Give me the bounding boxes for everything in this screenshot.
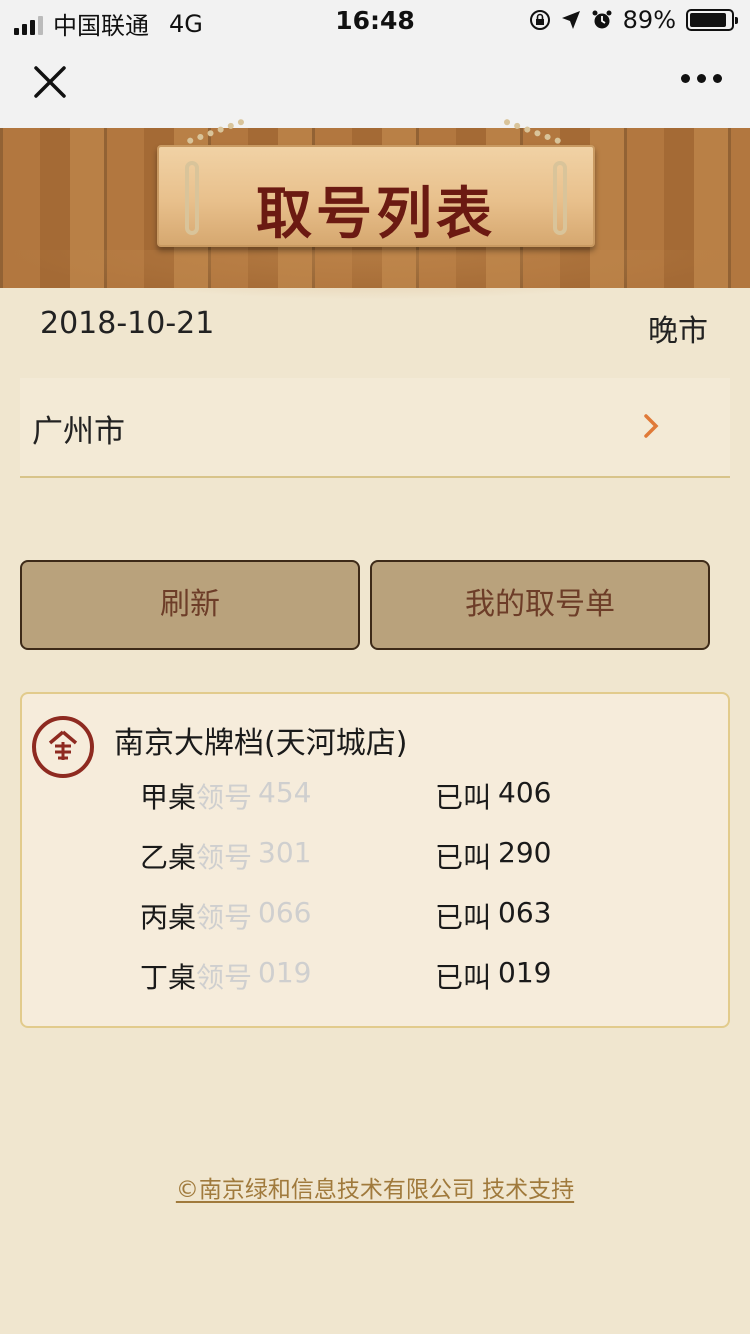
city-selector[interactable]: 广州市 [20, 378, 730, 478]
take-number: 019 [258, 956, 312, 989]
called-number: 406 [498, 776, 552, 809]
battery-level [690, 13, 726, 27]
table-name: 丁桌 [140, 961, 197, 994]
refresh-button[interactable]: 刷新 [20, 560, 360, 650]
take-label: 领号 [196, 961, 253, 994]
footer-support-link[interactable]: ©南京绿和信息技术有限公司 技术支持 [176, 1177, 574, 1203]
battery-percent: 89% [622, 6, 676, 34]
date-label: 2018-10-21 [40, 306, 215, 341]
my-tickets-button[interactable]: 我的取号单 [370, 560, 710, 650]
called-number: 019 [498, 956, 552, 989]
called-number: 063 [498, 896, 552, 929]
table-row: 丙桌 领号 066 已叫 063 [140, 896, 700, 936]
title-sign: 取号列表 [157, 145, 595, 247]
table-name: 甲桌 [140, 781, 197, 814]
table-row: 丁桌 领号 019 已叫 019 [140, 956, 700, 996]
called-number: 290 [498, 836, 552, 869]
table-name: 乙桌 [140, 841, 197, 874]
take-label: 领号 [196, 901, 253, 934]
alarm-icon [592, 10, 612, 29]
called-label: 已叫 [435, 901, 492, 934]
table-row: 甲桌 领号 454 已叫 406 [140, 776, 700, 816]
table-row: 乙桌 领号 301 已叫 290 [140, 836, 700, 876]
footer: ©南京绿和信息技术有限公司 技术支持 [0, 1170, 750, 1204]
rotation-lock-icon [529, 10, 550, 30]
table-name: 丙桌 [140, 901, 197, 934]
battery-icon [686, 9, 738, 31]
nav-bar [0, 42, 750, 128]
location-icon [561, 11, 580, 29]
take-label: 领号 [196, 781, 253, 814]
page-title: 取号列表 [256, 182, 496, 247]
called-label: 已叫 [435, 961, 492, 994]
city-label: 广州市 [32, 414, 125, 450]
take-label: 领号 [196, 841, 253, 874]
called-label: 已叫 [435, 781, 492, 814]
take-number: 454 [258, 776, 312, 809]
restaurant-logo-icon [32, 716, 94, 778]
restaurant-card: 南京大牌档(天河城店) 甲桌 领号 454 已叫 406 乙桌 领号 301 已… [20, 692, 730, 1028]
wood-edge-shadow [0, 250, 750, 300]
status-right: 89% [529, 6, 738, 34]
take-number: 066 [258, 896, 312, 929]
session-label: 晚市 [648, 314, 708, 349]
close-icon[interactable] [30, 62, 70, 102]
status-bar: 中国联通 4G 16:48 89% [0, 0, 750, 42]
chevron-right-icon [644, 414, 659, 438]
restaurant-name: 南京大牌档(天河城店) [114, 726, 408, 761]
take-number: 301 [258, 836, 312, 869]
more-dots-icon[interactable] [681, 74, 722, 83]
date-row: 2018-10-21 晚市 [40, 306, 708, 350]
logo-mark [48, 730, 78, 760]
called-label: 已叫 [435, 841, 492, 874]
